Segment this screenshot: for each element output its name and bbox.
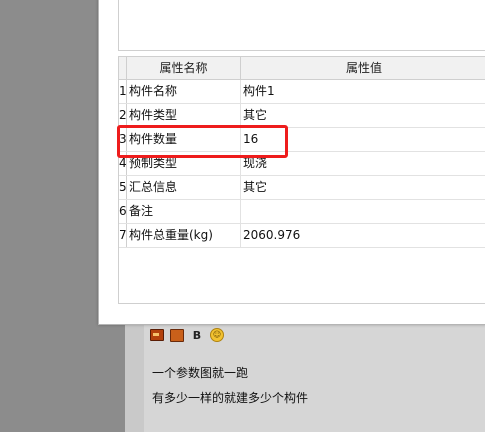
row-value[interactable]: 构件1 xyxy=(243,80,483,103)
picture-icon xyxy=(170,328,184,342)
row-value[interactable]: 其它 xyxy=(243,104,483,127)
table-row[interactable]: 6 备注 xyxy=(119,200,485,224)
highlight-box xyxy=(117,125,288,158)
properties-table: 属性名称 属性值 1 构件名称 构件1 2 构件类型 其它 3 构件数量 16 … xyxy=(118,56,485,304)
row-index: 6 xyxy=(119,200,127,223)
insert-image-button[interactable] xyxy=(150,328,164,342)
row-index: 2 xyxy=(119,104,127,127)
smiley-icon: ☺ xyxy=(210,328,224,342)
row-value[interactable]: 2060.976 xyxy=(243,224,483,247)
row-name: 构件总重量(kg) xyxy=(129,228,213,242)
row-name: 汇总信息 xyxy=(129,180,178,194)
row-name: 构件名称 xyxy=(129,84,178,98)
row-index: 5 xyxy=(119,176,127,199)
editor-line-1: 一个参数图就一跑 xyxy=(152,366,249,380)
table-row[interactable]: 7 构件总重量(kg) 2060.976 xyxy=(119,224,485,248)
table-header: 属性名称 属性值 xyxy=(119,57,485,80)
row-index: 1 xyxy=(119,80,127,103)
row-value[interactable]: 其它 xyxy=(243,176,483,199)
editor-toolbar: B ☺ xyxy=(150,326,270,344)
table-row[interactable]: 1 构件名称 构件1 xyxy=(119,80,485,104)
insert-picture-button[interactable] xyxy=(170,328,184,342)
row-name: 构件类型 xyxy=(129,108,178,122)
properties-dialog: 属性名称 属性值 1 构件名称 构件1 2 构件类型 其它 3 构件数量 16 … xyxy=(98,0,485,325)
emoji-button[interactable]: ☺ xyxy=(210,328,224,342)
image-icon xyxy=(150,329,164,341)
column-header-value[interactable]: 属性值 xyxy=(241,57,485,79)
row-name: 备注 xyxy=(129,204,154,218)
row-index: 7 xyxy=(119,224,127,247)
table-row[interactable]: 5 汇总信息 其它 xyxy=(119,176,485,200)
bold-button[interactable]: B xyxy=(190,328,204,342)
preview-pane xyxy=(118,0,485,51)
row-value[interactable] xyxy=(243,200,483,223)
editor-line-2: 有多少一样的就建多少个构件 xyxy=(152,391,309,405)
column-header-name[interactable]: 属性名称 xyxy=(127,57,241,79)
